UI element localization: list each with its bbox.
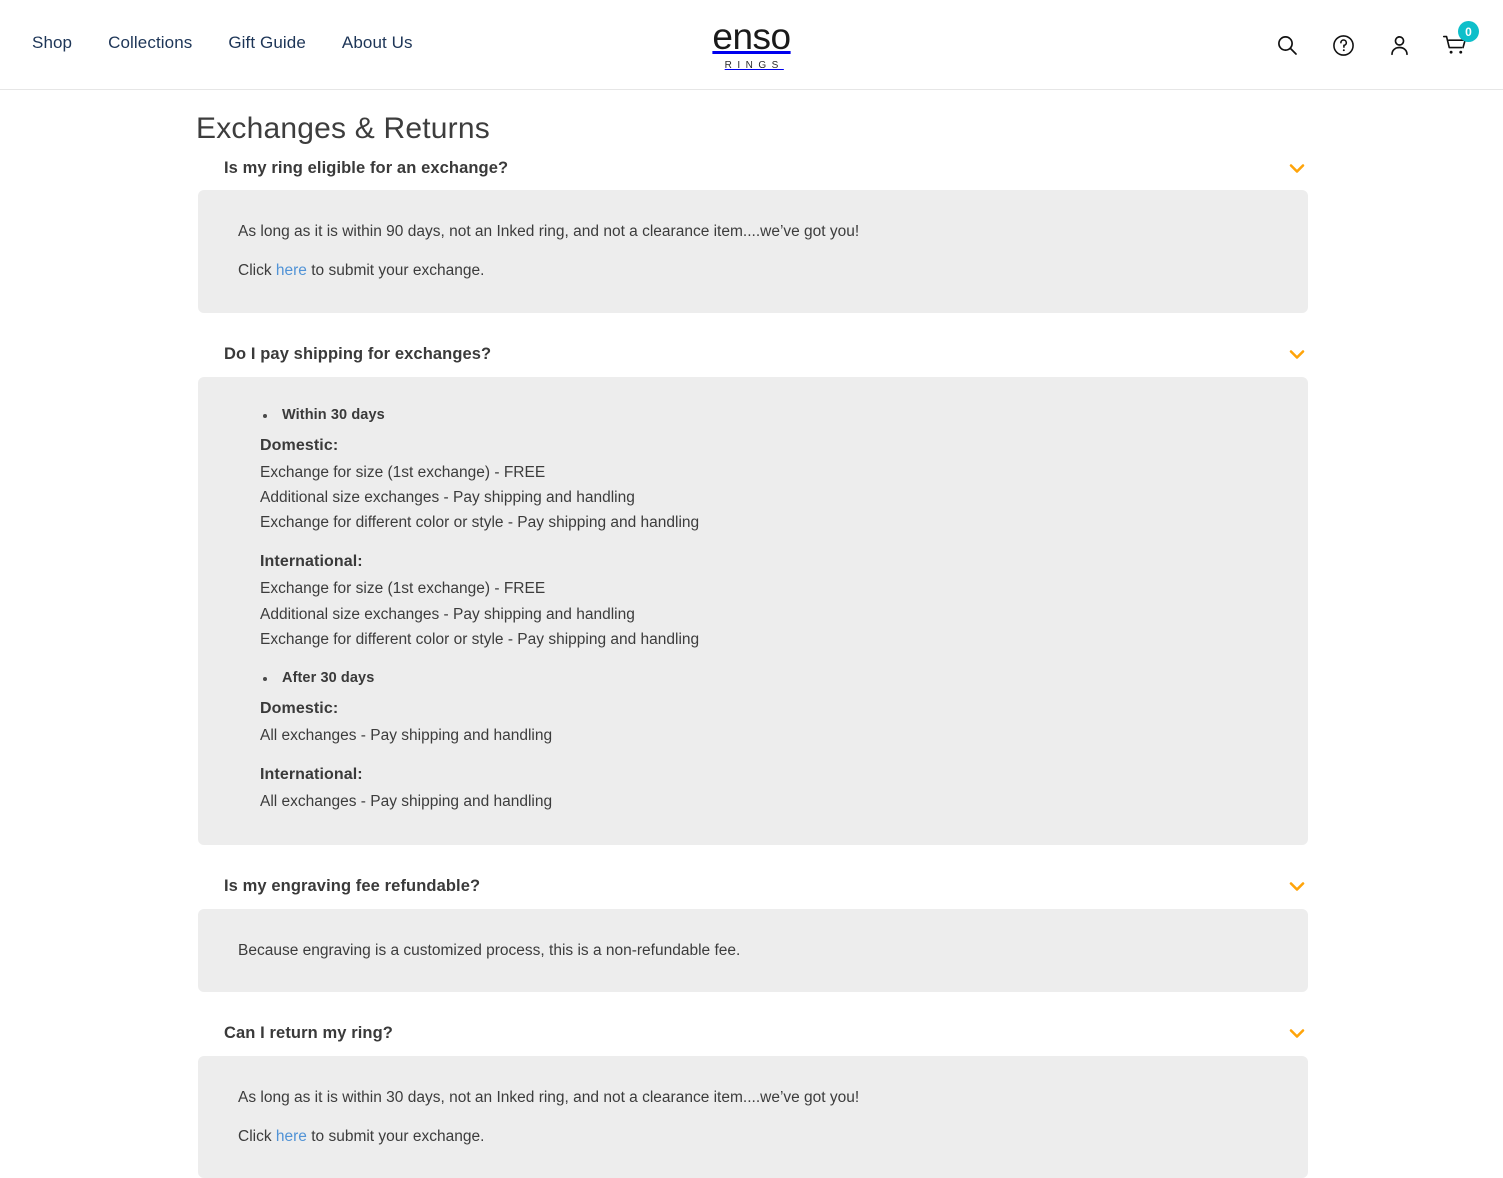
shipping-rule: Additional size exchanges - Pay shipping…: [260, 605, 635, 623]
header-actions: 0: [1273, 21, 1479, 59]
shipping-period-group: After 30 days Domestic: All exchanges - …: [260, 670, 1268, 815]
shipping-rule: All exchanges - Pay shipping and handlin…: [260, 793, 553, 811]
nav-link-about-us[interactable]: About Us: [342, 33, 413, 53]
account-button[interactable]: [1385, 31, 1413, 59]
shipping-region-label: Domestic:: [260, 436, 339, 454]
shipping-rule: Exchange for size (1st exchange) - FREE: [260, 580, 546, 598]
brand-logo-wordmark: enso: [712, 16, 791, 57]
submit-exchange-link[interactable]: here: [276, 1128, 307, 1145]
shipping-period-group: Within 30 days Domestic: Exchange for si…: [260, 407, 1268, 653]
faq-accordion: Is my ring eligible for an exchange? As …: [0, 146, 1503, 1178]
answer-line-2: Click here to submit your exchange.: [238, 1125, 1268, 1148]
faq-answer-shipping-exchanges: Within 30 days Domestic: Exchange for si…: [198, 376, 1308, 845]
answer-line-2: Click here to submit your exchange.: [238, 259, 1268, 282]
shipping-region-label: International:: [260, 766, 363, 784]
primary-navigation: Shop Collections Gift Guide About Us: [32, 33, 413, 53]
shipping-period-label: Within 30 days: [260, 407, 1268, 423]
question-mark-circle-icon: [1331, 33, 1356, 58]
shipping-region-block: International: All exchanges - Pay shipp…: [260, 766, 1268, 814]
faq-question-label: Can I return my ring?: [224, 1024, 393, 1043]
submit-exchange-link[interactable]: here: [276, 262, 307, 279]
shipping-rule: Exchange for different color or style - …: [260, 630, 700, 648]
answer-line-2-prefix: Click: [238, 1128, 276, 1145]
nav-link-shop[interactable]: Shop: [32, 33, 72, 53]
shipping-region-block: Domestic: Exchange for size (1st exchang…: [260, 437, 1268, 536]
nav-link-collections[interactable]: Collections: [108, 33, 192, 53]
shipping-policy-list: Within 30 days Domestic: Exchange for si…: [238, 407, 1268, 815]
chevron-down-icon[interactable]: [1286, 1023, 1308, 1045]
shipping-region-block: International: Exchange for size (1st ex…: [260, 553, 1268, 652]
shipping-rule: Exchange for size (1st exchange) - FREE: [260, 463, 546, 481]
page-content: Exchanges & Returns Is my ring eligible …: [0, 90, 1503, 1178]
faq-question-return-ring[interactable]: Can I return my ring?: [198, 1011, 1308, 1056]
answer-line-2-suffix: to submit your exchange.: [306, 1128, 485, 1145]
faq-item-shipping-exchanges: Do I pay shipping for exchanges? Within …: [0, 332, 1503, 845]
chevron-down-icon[interactable]: [1286, 876, 1308, 898]
shipping-rule: Exchange for different color or style - …: [260, 514, 700, 531]
page-title: Exchanges & Returns: [196, 112, 490, 145]
shipping-region-label: International:: [260, 553, 363, 571]
faq-answer-exchange-eligibility: As long as it is within 90 days, not an …: [198, 190, 1308, 313]
faq-item-exchange-eligibility: Is my ring eligible for an exchange? As …: [0, 146, 1503, 313]
nav-link-gift-guide[interactable]: Gift Guide: [228, 33, 306, 53]
answer-line-2-suffix: to submit your exchange.: [306, 262, 485, 280]
faq-item-engraving-fee: Is my engraving fee refundable? Because …: [0, 864, 1503, 992]
faq-question-engraving-fee[interactable]: Is my engraving fee refundable?: [198, 864, 1308, 909]
shipping-rule: All exchanges - Pay shipping and handlin…: [260, 727, 553, 744]
answer-line-2-prefix: Click: [238, 262, 276, 280]
help-button[interactable]: [1329, 31, 1357, 59]
site-header: Shop Collections Gift Guide About Us ens…: [0, 0, 1503, 90]
search-button[interactable]: [1273, 31, 1301, 59]
cart-button[interactable]: 0: [1441, 21, 1479, 59]
person-icon: [1387, 33, 1412, 58]
answer-line-1: Because engraving is a customized proces…: [238, 941, 741, 959]
faq-question-label: Do I pay shipping for exchanges?: [224, 345, 492, 363]
faq-answer-return-ring: As long as it is within 30 days, not an …: [198, 1055, 1308, 1178]
faq-question-label: Is my ring eligible for an exchange?: [224, 158, 509, 177]
faq-answer-engraving-fee: Because engraving is a customized proces…: [198, 908, 1308, 992]
faq-question-label: Is my engraving fee refundable?: [224, 877, 481, 895]
answer-line-1: As long as it is within 30 days, not an …: [238, 1088, 860, 1106]
chevron-down-icon[interactable]: [1286, 157, 1308, 179]
faq-item-return-ring: Can I return my ring? As long as it is w…: [0, 1011, 1503, 1178]
shipping-region-label: Domestic:: [260, 700, 339, 717]
answer-line-1: As long as it is within 90 days, not an …: [238, 223, 860, 240]
search-icon: [1275, 33, 1299, 57]
shipping-rule: Additional size exchanges - Pay shipping…: [260, 488, 635, 506]
chevron-down-icon[interactable]: [1286, 344, 1308, 366]
faq-question-exchange-eligibility[interactable]: Is my ring eligible for an exchange?: [198, 146, 1308, 190]
cart-count-badge: 0: [1458, 21, 1479, 42]
brand-logo[interactable]: enso RINGS: [712, 16, 791, 71]
faq-question-shipping-exchanges[interactable]: Do I pay shipping for exchanges?: [198, 332, 1308, 377]
shipping-period-label: After 30 days: [260, 670, 1268, 686]
brand-logo-subtext: RINGS: [724, 60, 784, 71]
shipping-region-block: Domestic: All exchanges - Pay shipping a…: [260, 700, 1268, 748]
